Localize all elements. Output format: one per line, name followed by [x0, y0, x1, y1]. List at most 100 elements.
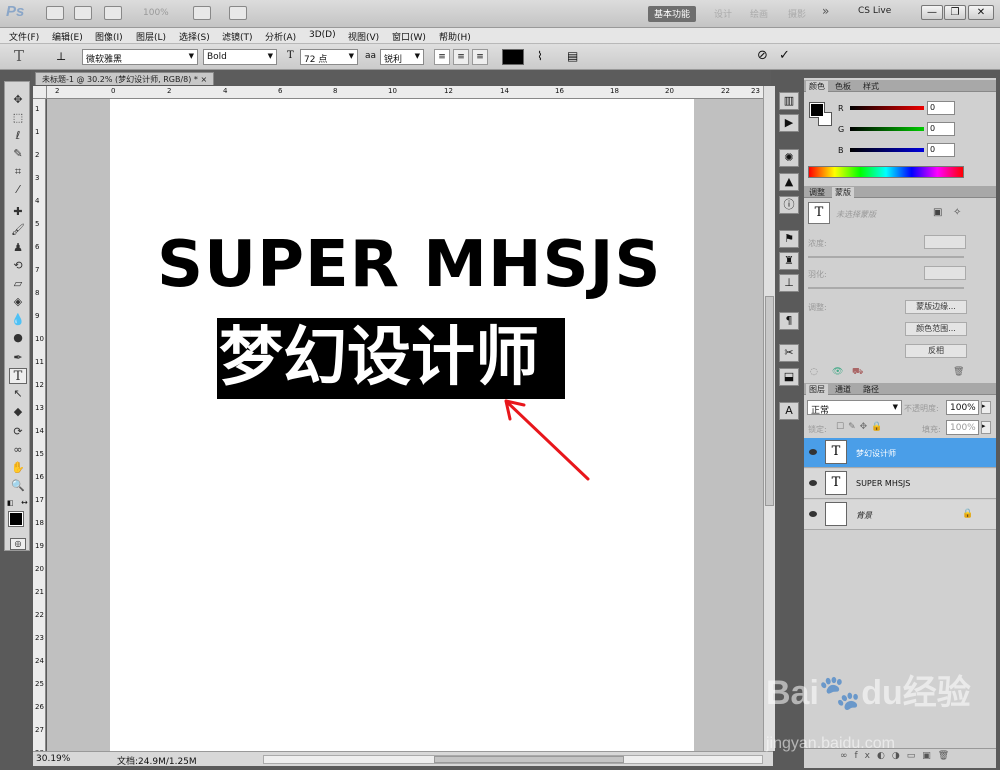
layer-row-chinese-text[interactable]: T 梦幻设计师 [804, 438, 996, 468]
text-layer-super-mhsjs[interactable]: SUPER MHSJS [157, 228, 662, 302]
density-field[interactable] [924, 235, 966, 249]
tool-presets-icon[interactable]: ⊥ [779, 274, 799, 292]
healing-brush-tool-icon[interactable]: ✚ [9, 204, 27, 220]
align-left-button[interactable]: ≡ [434, 49, 450, 65]
hand-tool-icon[interactable]: ✋ [9, 460, 27, 476]
bridge-icon[interactable] [46, 6, 64, 20]
density-slider[interactable] [808, 256, 964, 258]
menu-layer[interactable]: 图层(L) [136, 30, 166, 43]
feather-field[interactable] [924, 266, 966, 280]
visibility-eye-icon[interactable] [809, 480, 817, 486]
font-family-select[interactable]: 微软雅黑 ▼ [82, 49, 198, 65]
eraser-tool-icon[interactable]: ▱ [9, 276, 27, 292]
font-style-select[interactable]: Bold ▼ [203, 49, 277, 65]
vector-mask-icon[interactable]: ✧ [953, 207, 961, 218]
screen-mode-icon[interactable] [229, 6, 247, 20]
move-tool-icon[interactable]: ✥ [9, 92, 27, 108]
quick-select-tool-icon[interactable]: ✎ [9, 146, 27, 162]
crop-tool-icon[interactable]: ⌗ [9, 164, 27, 180]
swap-colors-icon[interactable]: ↔ [21, 498, 28, 507]
blur-tool-icon[interactable]: 💧 [9, 312, 27, 328]
navigator-panel-icon[interactable]: ✺ [779, 149, 799, 167]
close-tab-icon[interactable]: × [200, 75, 207, 84]
visibility-eye-icon[interactable] [809, 449, 817, 455]
tab-paths[interactable]: 路径 [860, 384, 882, 395]
red-value[interactable]: 0 [927, 101, 955, 115]
paragraph-panel-icon[interactable]: ¶ [779, 312, 799, 330]
character-panel-icon[interactable]: ▤ [567, 49, 578, 63]
zoom-dropdown[interactable]: 100% [143, 8, 169, 18]
animation-panel-icon[interactable]: ⬓ [779, 368, 799, 386]
opacity-field[interactable]: 100% [946, 400, 979, 415]
zoom-tool-icon[interactable]: 🔍 [9, 478, 27, 494]
marquee-tool-icon[interactable]: ⬚ [9, 110, 27, 126]
workspace-design[interactable]: 设计 [708, 6, 738, 22]
horizontal-scrollbar[interactable] [263, 755, 763, 764]
text-orientation-icon[interactable]: ⊥ [56, 50, 66, 63]
histogram-panel-icon[interactable]: ▲ [779, 173, 799, 191]
visibility-eye-icon[interactable] [809, 511, 817, 517]
history-brush-tool-icon[interactable]: ⟲ [9, 258, 27, 274]
mini-bridge-icon[interactable] [74, 6, 92, 20]
restore-button[interactable]: ❐ [944, 5, 966, 20]
shape-tool-icon[interactable]: ◆ [9, 404, 27, 420]
actions-panel-icon[interactable]: ▶ [779, 114, 799, 132]
color-spectrum-bar[interactable] [808, 166, 964, 178]
align-center-button[interactable]: ≡ [453, 49, 469, 65]
3d-orbit-tool-icon[interactable]: ∞ [9, 442, 27, 458]
green-value[interactable]: 0 [927, 122, 955, 136]
menu-edit[interactable]: 编辑(E) [52, 30, 83, 43]
delete-mask-icon[interactable]: 🗑 [953, 367, 964, 377]
menu-3d[interactable]: 3D(D) [309, 30, 336, 40]
antialias-select[interactable]: 锐利 ▼ [380, 49, 424, 65]
character-panel-collapsed-icon[interactable]: A [779, 402, 799, 420]
menu-select[interactable]: 选择(S) [179, 30, 210, 43]
type-tool-icon[interactable]: T [9, 368, 27, 384]
default-colors-icon[interactable]: ◧ [7, 499, 14, 507]
color-range-button[interactable]: 颜色范围... [905, 322, 967, 336]
layer-row-super-mhsjs[interactable]: T SUPER MHSJS [804, 469, 996, 499]
menu-view[interactable]: 视图(V) [348, 30, 379, 43]
horizontal-scroll-thumb[interactable] [434, 756, 624, 763]
tab-color[interactable]: 颜色 [806, 81, 828, 92]
menu-image[interactable]: 图像(I) [95, 30, 123, 43]
vertical-scroll-thumb[interactable] [765, 296, 774, 506]
tab-layers[interactable]: 图层 [806, 384, 828, 395]
tab-adjustments[interactable]: 调整 [806, 187, 828, 198]
view-extras-icon[interactable] [104, 6, 122, 20]
quick-mask-icon[interactable]: ◎ [10, 538, 26, 550]
fill-field[interactable]: 100% [946, 420, 979, 435]
green-slider[interactable] [850, 127, 924, 131]
type-tool-preset-icon[interactable]: T [14, 47, 24, 65]
pen-tool-icon[interactable]: ✒ [9, 350, 27, 366]
disable-mask-icon[interactable]: ⛟ [852, 367, 863, 378]
history-panel-icon[interactable]: ▥ [779, 92, 799, 110]
vertical-scrollbar[interactable] [763, 86, 775, 751]
fill-arrow-icon[interactable]: ▸ [981, 421, 991, 434]
fg-color-swatch-front[interactable] [810, 103, 824, 117]
document-canvas[interactable] [110, 99, 694, 751]
workspace-photography[interactable]: 摄影 [782, 6, 812, 22]
more-workspaces-icon[interactable]: » [816, 3, 835, 19]
invert-button[interactable]: 反相 [905, 344, 967, 358]
cancel-edit-icon[interactable]: ⊘ [757, 48, 768, 63]
feather-slider[interactable] [808, 287, 964, 289]
align-right-button[interactable]: ≡ [472, 49, 488, 65]
lock-icons[interactable]: ☐✎✥🔒 [836, 422, 886, 432]
workspace-essentials[interactable]: 基本功能 [648, 6, 697, 22]
menu-file[interactable]: 文件(F) [9, 30, 39, 43]
cs-live-button[interactable]: CS Live [858, 6, 891, 16]
arrange-documents-icon[interactable] [193, 6, 211, 20]
3d-rotate-tool-icon[interactable]: ⟳ [9, 424, 27, 440]
document-size[interactable]: 文档:24.9M/1.25M [117, 754, 197, 767]
apply-mask-icon[interactable]: 👁 [832, 367, 843, 377]
text-layer-selected-chinese[interactable]: 梦幻设计师 [217, 318, 565, 399]
opacity-arrow-icon[interactable]: ▸ [981, 401, 991, 414]
tab-swatches[interactable]: 色板 [832, 81, 854, 92]
pixel-mask-icon[interactable]: ▣ [933, 207, 942, 218]
foreground-color-swatch[interactable] [8, 511, 24, 527]
minimize-button[interactable]: — [921, 5, 943, 20]
close-button[interactable]: ✕ [968, 5, 994, 20]
commit-edit-icon[interactable]: ✓ [779, 48, 790, 63]
blue-value[interactable]: 0 [927, 143, 955, 157]
